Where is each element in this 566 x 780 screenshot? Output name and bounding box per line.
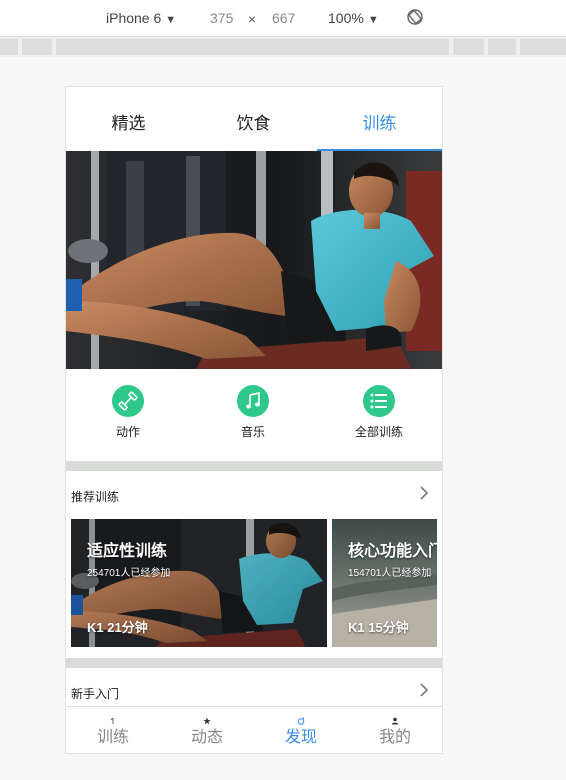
chevron-right-icon xyxy=(420,486,429,500)
card-title: 核心功能入门 xyxy=(348,543,437,560)
card-meta: K1 21分钟 xyxy=(87,620,148,635)
times-sign: × xyxy=(248,11,257,27)
ruler-segment[interactable] xyxy=(453,39,484,55)
zoom-value: 100% xyxy=(328,10,364,26)
nav-profile[interactable]: 我的 xyxy=(348,707,442,753)
ruler-segment[interactable] xyxy=(488,39,516,55)
dumbbell-icon xyxy=(112,385,144,417)
recommended-header[interactable]: 推荐训练 xyxy=(66,471,442,517)
banner-image[interactable] xyxy=(66,151,442,369)
ruler-segment[interactable] xyxy=(520,39,566,55)
card-participants: 254701人已经参加 xyxy=(87,568,171,579)
card-meta: K1 15分钟 xyxy=(348,620,409,635)
nav-label: 我的 xyxy=(378,729,411,746)
chevron-right-icon xyxy=(420,683,429,697)
section-title: 新手入门 xyxy=(71,687,120,701)
music-note-icon xyxy=(237,385,269,417)
width-input[interactable]: 375 xyxy=(210,10,233,26)
recommended-cards: 适应性训练 254701人已经参加 K1 21分钟 核心功能入门 154701人… xyxy=(71,519,437,649)
media-query-bar xyxy=(0,37,566,57)
bottom-nav: 训练 动态 发现 我的 xyxy=(66,706,442,753)
card-participants: 154701人已经参加 xyxy=(348,568,432,579)
nav-training[interactable]: 训练 xyxy=(66,707,160,753)
section-divider xyxy=(66,658,442,668)
nav-feed[interactable]: 动态 xyxy=(160,707,254,753)
height-input[interactable]: 667 xyxy=(272,10,295,26)
phone-viewport: 精选 饮食 训练 动作 音乐 全部训练 推荐训练 适应性训练 254701人已经… xyxy=(65,86,443,754)
ruler-segment[interactable] xyxy=(22,39,52,55)
device-name: iPhone 6 xyxy=(106,10,162,26)
ruler-segment[interactable] xyxy=(0,39,18,55)
ruler-segment[interactable] xyxy=(56,39,449,55)
chevron-down-icon: ▼ xyxy=(165,14,177,26)
shortcut-row: 动作 音乐 全部训练 xyxy=(66,369,442,461)
card-title: 适应性训练 xyxy=(87,543,168,560)
training-card[interactable]: 核心功能入门 154701人已经参加 K1 15分钟 xyxy=(332,519,437,647)
top-tabs: 精选 饮食 训练 xyxy=(66,87,442,152)
shortcut-label: 音乐 xyxy=(240,425,265,439)
section-title: 推荐训练 xyxy=(71,490,120,504)
section-divider xyxy=(66,461,442,471)
zoom-select[interactable]: 100% ▼ xyxy=(328,10,379,26)
shortcut-all-training[interactable]: 全部训练 xyxy=(339,385,419,440)
training-card[interactable]: 适应性训练 254701人已经参加 K1 21分钟 xyxy=(71,519,327,647)
tab-featured[interactable]: 精选 xyxy=(66,109,191,134)
nav-label: 训练 xyxy=(96,729,129,746)
shortcut-label: 全部训练 xyxy=(354,425,403,439)
shortcut-label: 动作 xyxy=(115,425,140,439)
rotate-icon[interactable] xyxy=(406,8,424,26)
nav-label: 发现 xyxy=(284,729,317,746)
list-icon xyxy=(363,385,395,417)
chevron-down-icon: ▼ xyxy=(367,14,379,26)
nav-label: 动态 xyxy=(190,729,223,746)
device-toolbar: iPhone 6 ▼ 375 × 667 100% ▼ xyxy=(0,0,566,37)
device-select[interactable]: iPhone 6 ▼ xyxy=(106,10,176,26)
shortcut-music[interactable]: 音乐 xyxy=(213,385,293,440)
shortcut-actions[interactable]: 动作 xyxy=(88,385,168,440)
nav-discover[interactable]: 发现 xyxy=(254,707,348,753)
tab-diet[interactable]: 饮食 xyxy=(191,109,316,134)
tab-training[interactable]: 训练 xyxy=(317,109,442,134)
